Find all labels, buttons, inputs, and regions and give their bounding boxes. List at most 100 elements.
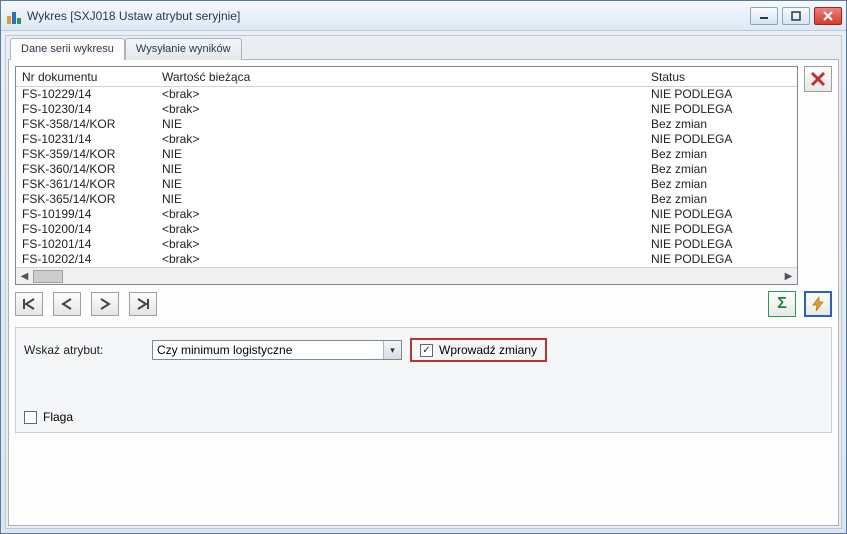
cell-doc: FS-10201/14 (22, 237, 162, 252)
flag-row[interactable]: Flaga (24, 410, 823, 424)
window-controls (750, 7, 842, 25)
minimize-icon (759, 11, 769, 21)
table-row[interactable]: FSK-358/14/KORNIEBez zmian (22, 117, 791, 132)
apply-changes-label: Wprowadź zmiany (439, 343, 537, 357)
attribute-select-value: Czy minimum logistyczne (153, 341, 383, 359)
app-window: Wykres [SXJ018 Ustaw atrybut seryjnie] D… (0, 0, 847, 534)
apply-changes-checkbox[interactable]: ✓ (420, 344, 433, 357)
app-icon (7, 8, 23, 24)
table-row[interactable]: FS-10231/14<brak>NIE PODLEGA (22, 132, 791, 147)
cell-doc: FS-10202/14 (22, 252, 162, 267)
col-header-doc[interactable]: Nr dokumentu (22, 70, 162, 84)
nav-last-button[interactable] (129, 292, 157, 316)
flag-checkbox[interactable] (24, 411, 37, 424)
grid-top-row: Nr dokumentu Wartość bieżąca Status FS-1… (15, 66, 832, 285)
scroll-left-icon[interactable]: ◀ (16, 268, 33, 285)
attribute-select[interactable]: Czy minimum logistyczne ▾ (152, 340, 402, 360)
maximize-button[interactable] (782, 7, 810, 25)
cell-val: <brak> (162, 132, 651, 147)
scroll-right-icon[interactable]: ▶ (780, 268, 797, 285)
attribute-label: Wskaż atrybut: (24, 343, 144, 357)
nav-next-icon (98, 298, 112, 310)
cell-val: NIE (162, 177, 651, 192)
cell-doc: FSK-361/14/KOR (22, 177, 162, 192)
cell-val: NIE (162, 162, 651, 177)
delete-x-icon (809, 70, 827, 88)
table-row[interactable]: FSK-359/14/KORNIEBez zmian (22, 147, 791, 162)
table-row[interactable]: FS-10199/14<brak>NIE PODLEGA (22, 207, 791, 222)
tab-panel: Nr dokumentu Wartość bieżąca Status FS-1… (8, 59, 839, 526)
cell-val: <brak> (162, 87, 651, 102)
data-grid[interactable]: Nr dokumentu Wartość bieżąca Status FS-1… (15, 66, 798, 285)
table-row[interactable]: FS-10202/14<brak>NIE PODLEGA (22, 252, 791, 267)
col-header-status[interactable]: Status (651, 70, 791, 84)
client-area: Dane serii wykresu Wysyłanie wyników Nr … (5, 35, 842, 529)
cell-status: Bez zmian (651, 192, 791, 207)
minimize-button[interactable] (750, 7, 778, 25)
cell-doc: FS-10200/14 (22, 222, 162, 237)
cell-doc: FSK-358/14/KOR (22, 117, 162, 132)
cell-val: <brak> (162, 237, 651, 252)
nav-first-icon (22, 298, 36, 310)
table-row[interactable]: FS-10201/14<brak>NIE PODLEGA (22, 237, 791, 252)
table-row[interactable]: FS-10230/14<brak>NIE PODLEGA (22, 102, 791, 117)
grid-header: Nr dokumentu Wartość bieżąca Status (16, 67, 797, 87)
cell-val: NIE (162, 117, 651, 132)
cell-val: <brak> (162, 102, 651, 117)
titlebar: Wykres [SXJ018 Ustaw atrybut seryjnie] (1, 1, 846, 31)
nav-next-button[interactable] (91, 292, 119, 316)
cell-doc: FS-10199/14 (22, 207, 162, 222)
attribute-row: Wskaż atrybut: Czy minimum logistyczne ▾… (24, 338, 823, 362)
cell-status: Bez zmian (651, 162, 791, 177)
run-button[interactable] (804, 291, 832, 317)
cell-status: NIE PODLEGA (651, 237, 791, 252)
table-row[interactable]: FS-10229/14<brak>NIE PODLEGA (22, 87, 791, 102)
cell-status: NIE PODLEGA (651, 132, 791, 147)
cell-doc: FSK-359/14/KOR (22, 147, 162, 162)
cell-doc: FSK-360/14/KOR (22, 162, 162, 177)
cell-val: <brak> (162, 207, 651, 222)
cell-status: NIE PODLEGA (651, 222, 791, 237)
cell-val: NIE (162, 192, 651, 207)
table-row[interactable]: FSK-365/14/KORNIEBez zmian (22, 192, 791, 207)
cell-status: NIE PODLEGA (651, 207, 791, 222)
horizontal-scrollbar[interactable]: ◀ ▶ (16, 267, 797, 284)
cell-doc: FS-10230/14 (22, 102, 162, 117)
lightning-icon (810, 296, 826, 312)
delete-button[interactable] (804, 66, 832, 92)
close-icon (823, 11, 833, 21)
table-row[interactable]: FSK-360/14/KORNIEBez zmian (22, 162, 791, 177)
window-title: Wykres [SXJ018 Ustaw atrybut seryjnie] (27, 9, 750, 23)
cell-doc: FS-10231/14 (22, 132, 162, 147)
tab-bar: Dane serii wykresu Wysyłanie wyników (8, 38, 839, 60)
cell-status: Bez zmian (651, 117, 791, 132)
nav-toolbar: Σ (15, 285, 832, 317)
table-row[interactable]: FSK-361/14/KORNIEBez zmian (22, 177, 791, 192)
col-header-val[interactable]: Wartość bieżąca (162, 70, 651, 84)
cell-val: <brak> (162, 222, 651, 237)
cell-doc: FSK-365/14/KOR (22, 192, 162, 207)
nav-first-button[interactable] (15, 292, 43, 316)
cell-val: NIE (162, 147, 651, 162)
cell-status: NIE PODLEGA (651, 87, 791, 102)
nav-prev-button[interactable] (53, 292, 81, 316)
cell-doc: FS-10229/14 (22, 87, 162, 102)
scroll-thumb[interactable] (33, 270, 63, 283)
cell-status: Bez zmian (651, 147, 791, 162)
sigma-icon: Σ (777, 295, 787, 313)
flag-label: Flaga (43, 410, 73, 424)
nav-prev-icon (60, 298, 74, 310)
tab-send-results[interactable]: Wysyłanie wyników (125, 38, 242, 60)
dropdown-icon[interactable]: ▾ (383, 341, 401, 359)
tab-data-series[interactable]: Dane serii wykresu (10, 38, 125, 60)
cell-status: NIE PODLEGA (651, 252, 791, 267)
close-button[interactable] (814, 7, 842, 25)
cell-status: Bez zmian (651, 177, 791, 192)
maximize-icon (791, 11, 801, 21)
cell-status: NIE PODLEGA (651, 102, 791, 117)
table-row[interactable]: FS-10200/14<brak>NIE PODLEGA (22, 222, 791, 237)
apply-changes-group[interactable]: ✓ Wprowadź zmiany (410, 338, 547, 362)
sum-button[interactable]: Σ (768, 291, 796, 317)
cell-val: <brak> (162, 252, 651, 267)
grid-body: FS-10229/14<brak>NIE PODLEGAFS-10230/14<… (16, 87, 797, 267)
